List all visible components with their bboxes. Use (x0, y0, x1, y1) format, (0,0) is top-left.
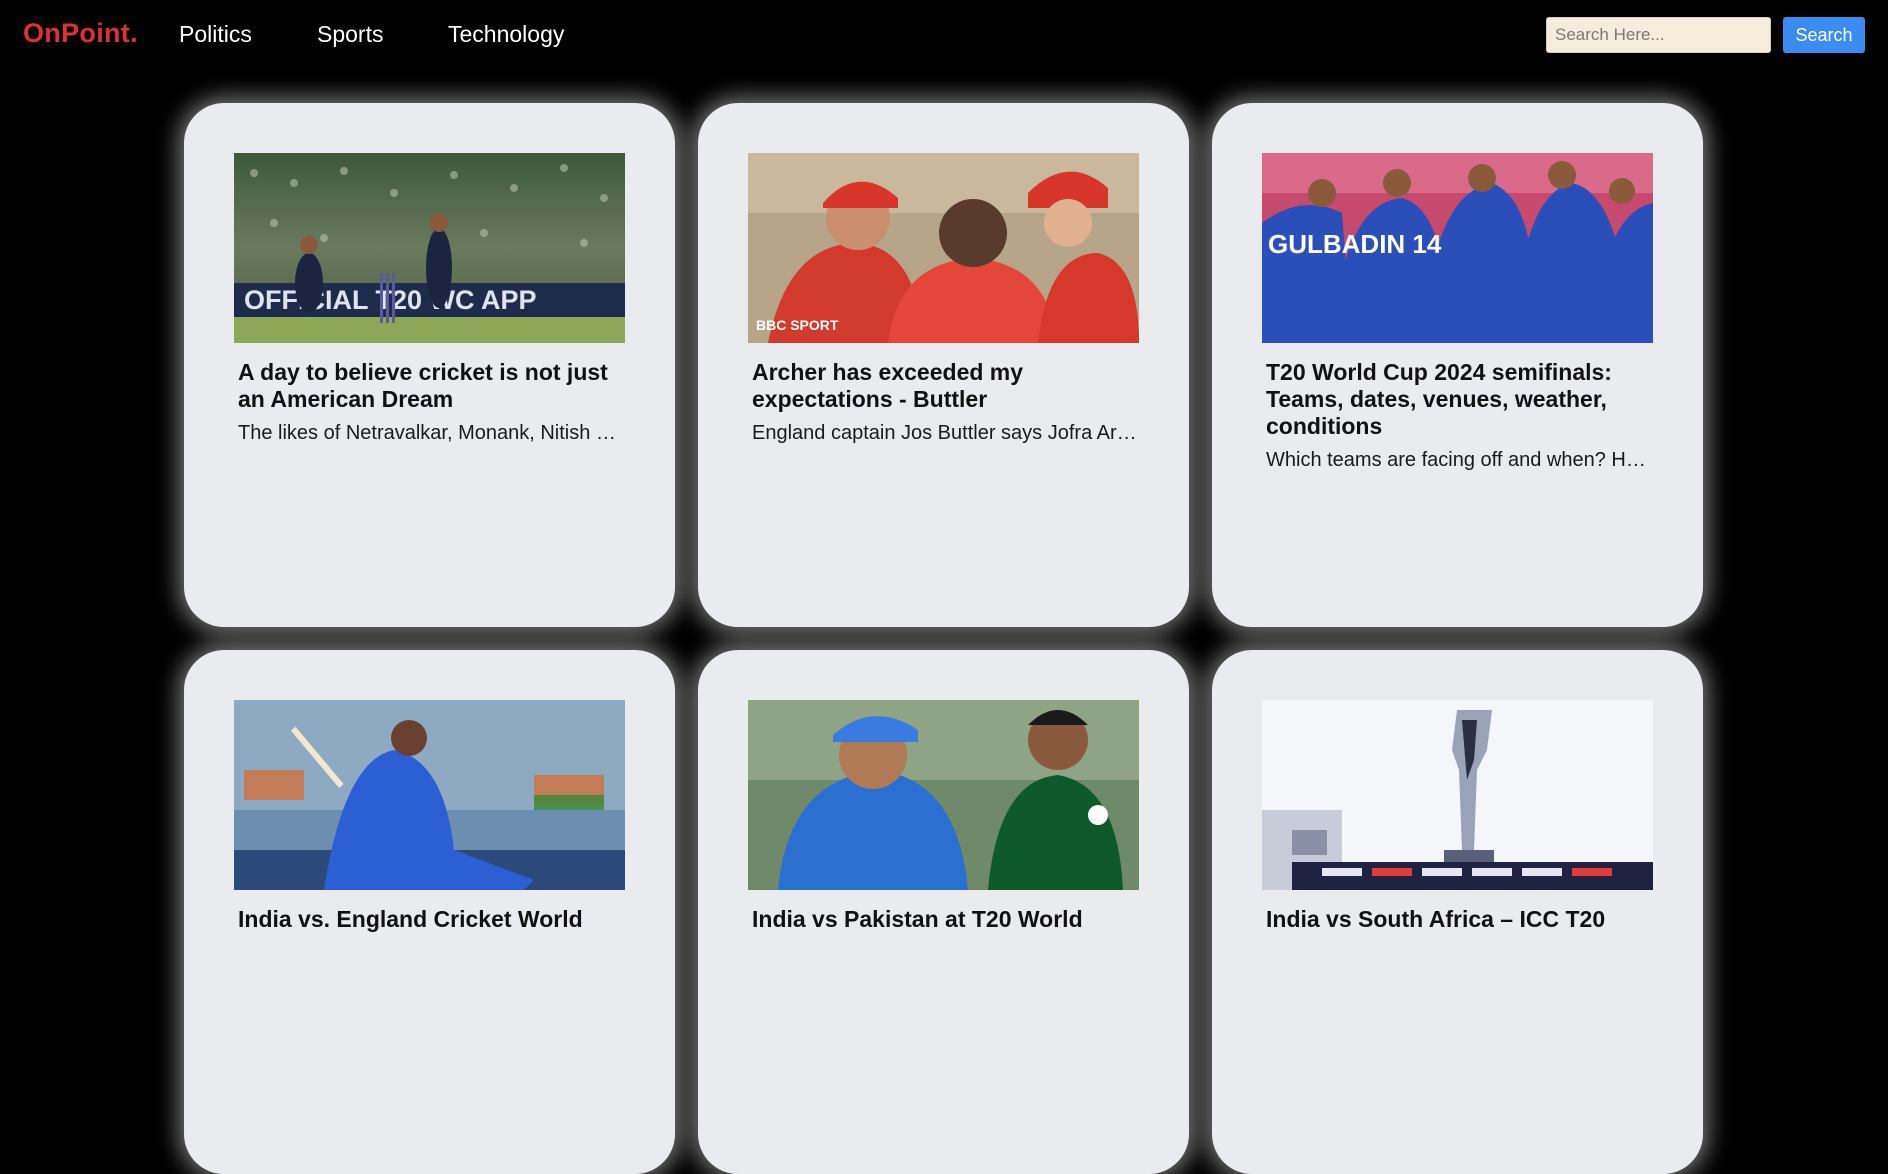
news-card-description: England captain Jos Buttler says Jofra A… (752, 422, 1137, 444)
search-button[interactable]: Search (1783, 17, 1865, 53)
news-card[interactable]: BBC SPORT Archer has exceeded my expecta… (698, 103, 1189, 627)
news-card-image[interactable] (234, 700, 625, 890)
news-card-image[interactable]: OFFICIAL T20 WC APP (234, 153, 625, 343)
news-card-description: Which teams are facing off and when? Her… (1266, 449, 1651, 471)
news-card[interactable]: India vs South Africa – ICC T20 (1212, 650, 1703, 1174)
news-card[interactable]: GULBADIN 14 T20 World Cup 2024 semifinal… (1212, 103, 1703, 627)
news-card-image[interactable] (1262, 700, 1653, 890)
news-card-image[interactable] (748, 700, 1139, 890)
news-card-description: The likes of Netravalkar, Monank, Nitish… (238, 422, 623, 444)
news-card[interactable]: India vs Pakistan at T20 World (698, 650, 1189, 1174)
news-card-title[interactable]: India vs South Africa – ICC T20 (1266, 906, 1656, 933)
news-card-image[interactable]: BBC SPORT (748, 153, 1139, 343)
brand-logo[interactable]: OnPoint. (23, 18, 138, 49)
image-banner-text: OFFICIAL T20 WC APP (244, 285, 537, 315)
news-card-title[interactable]: T20 World Cup 2024 semifinals: Teams, da… (1266, 359, 1656, 440)
news-card-image[interactable]: GULBADIN 14 (1262, 153, 1653, 343)
news-card-title[interactable]: India vs Pakistan at T20 World (752, 906, 1142, 933)
nav-link-sports[interactable]: Sports (317, 21, 383, 48)
news-card[interactable]: OFFICIAL T20 WC APP A day to believe cri… (184, 103, 675, 627)
image-banner-text: BBC SPORT (756, 317, 839, 333)
search-input[interactable] (1546, 17, 1771, 53)
news-card-title[interactable]: A day to believe cricket is not just an … (238, 359, 628, 413)
nav-link-politics[interactable]: Politics (179, 21, 252, 48)
news-card-title[interactable]: India vs. England Cricket World (238, 906, 628, 933)
nav-link-technology[interactable]: Technology (448, 21, 564, 48)
news-card[interactable]: India vs. England Cricket World (184, 650, 675, 1174)
image-banner-text: GULBADIN 14 (1268, 229, 1442, 259)
news-card-title[interactable]: Archer has exceeded my expectations - Bu… (752, 359, 1142, 413)
navbar: OnPoint. Politics Sports Technology Sear… (0, 0, 1888, 70)
